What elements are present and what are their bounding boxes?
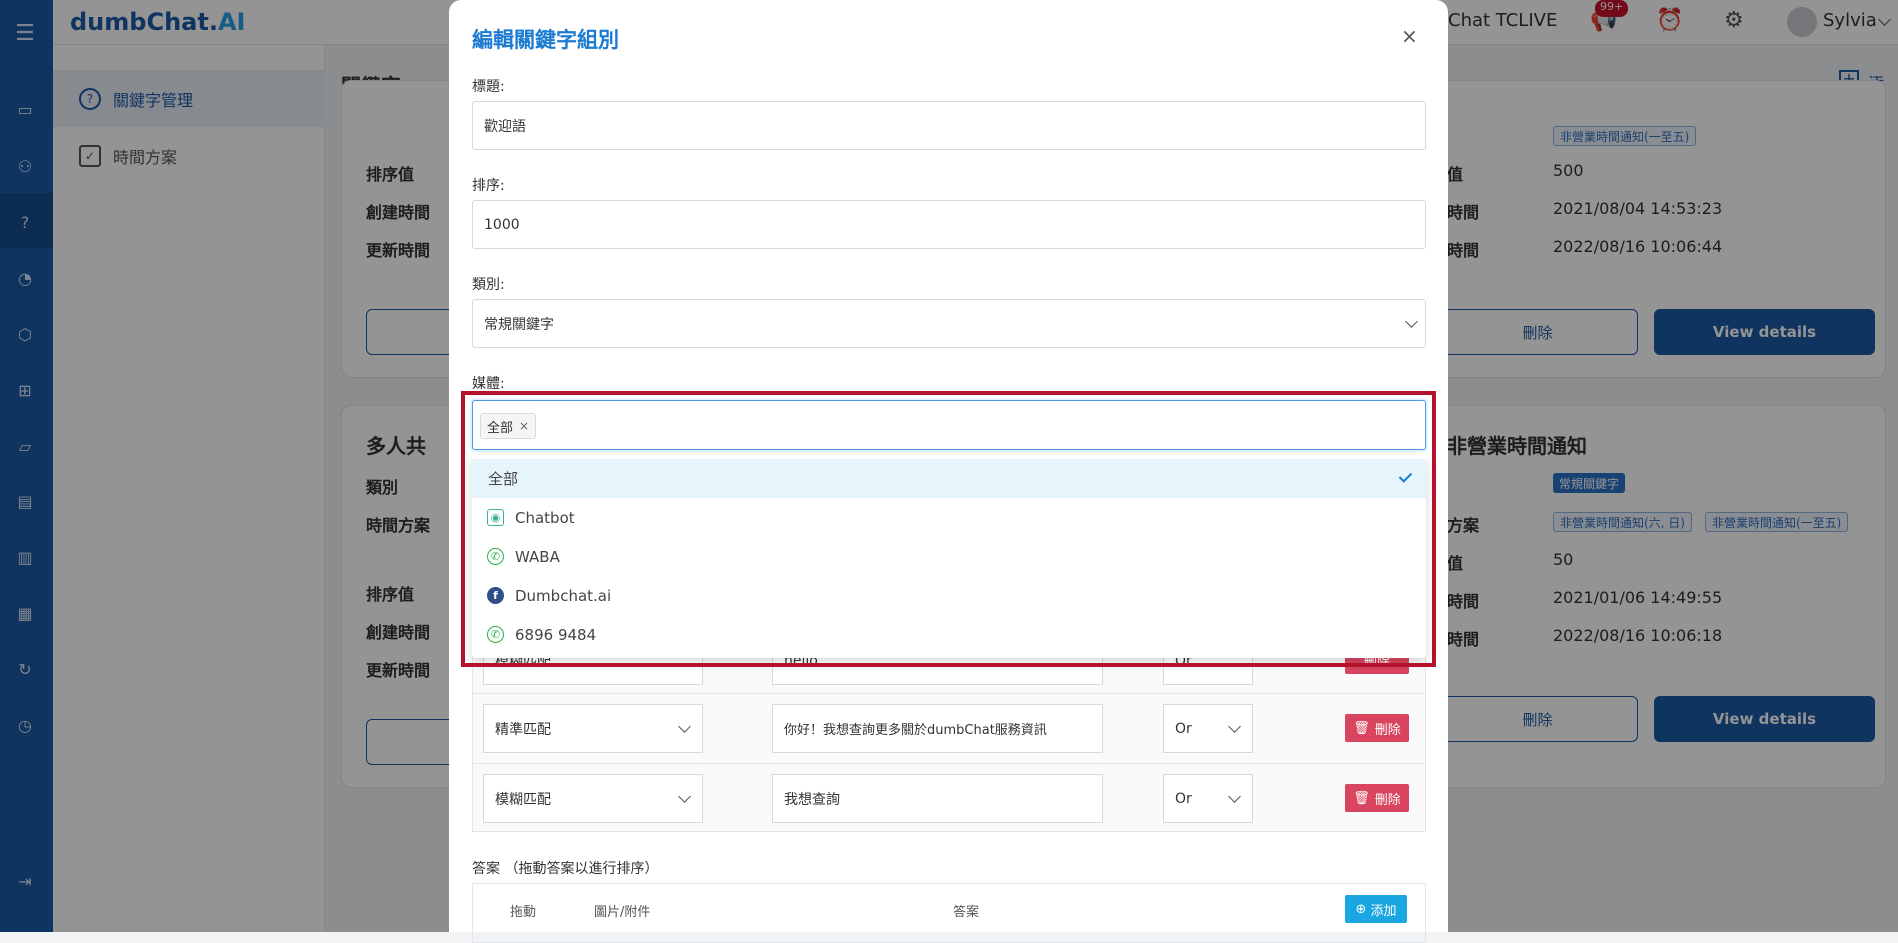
media-label: 媒體:	[472, 376, 505, 392]
logic-value: Or	[1175, 720, 1192, 737]
logic-select[interactable]: Or	[1163, 704, 1253, 753]
match-type-value: 精準匹配	[495, 721, 551, 738]
chevron-down-icon	[1405, 315, 1418, 328]
logic-value: Or	[1175, 790, 1192, 807]
chevron-down-icon	[1228, 720, 1241, 733]
trash-icon: 🗑	[1353, 790, 1370, 806]
add-answer-button[interactable]: ⊕ 添加	[1345, 895, 1407, 923]
title-input[interactable]: 歡迎語	[472, 101, 1426, 150]
category-label: 類別:	[472, 277, 505, 293]
category-select[interactable]: 常規關鍵字	[472, 299, 1426, 348]
modal-title: 編輯關鍵字組別	[472, 28, 619, 52]
table-row: 模糊匹配 我想查詢 Or 🗑 刪除	[473, 763, 1425, 833]
add-label: 添加	[1370, 903, 1397, 919]
match-type-value: 模糊匹配	[495, 791, 551, 808]
delete-row-button[interactable]: 🗑 刪除	[1345, 784, 1409, 812]
order-label: 排序:	[472, 178, 505, 194]
drag-header: 拖動	[510, 905, 537, 920]
answer-header: 答案	[953, 905, 980, 920]
annotation-highlight-box	[461, 391, 1436, 667]
order-input[interactable]: 1000	[472, 200, 1426, 249]
logic-select[interactable]: Or	[1163, 774, 1253, 823]
answers-label: 答案 （拖動答案以進行排序）	[472, 861, 659, 877]
table-row: 精準匹配 你好！我想查詢更多關於dumbChat服務資訊 Or 🗑 刪除	[473, 693, 1425, 763]
close-icon[interactable]: ×	[1401, 24, 1418, 48]
delete-label: 刪除	[1374, 792, 1401, 808]
category-value: 常規關鍵字	[484, 316, 554, 333]
delete-row-button[interactable]: 🗑 刪除	[1345, 714, 1409, 742]
delete-label: 刪除	[1374, 722, 1401, 738]
keyword-input[interactable]: 你好！我想查詢更多關於dumbChat服務資訊	[772, 704, 1103, 753]
plus-circle-icon: ⊕	[1355, 901, 1367, 917]
chevron-down-icon	[1228, 790, 1241, 803]
match-type-select[interactable]: 精準匹配	[483, 704, 703, 753]
trash-icon: 🗑	[1353, 720, 1370, 736]
chevron-down-icon	[678, 790, 691, 803]
answers-table: 拖動 圖片/附件 答案 ⊕ 添加	[472, 883, 1426, 943]
chevron-down-icon	[678, 720, 691, 733]
keyword-input[interactable]: 我想查詢	[772, 774, 1103, 823]
image-header: 圖片/附件	[594, 905, 651, 920]
title-label: 標題:	[472, 79, 505, 95]
match-type-select[interactable]: 模糊匹配	[483, 774, 703, 823]
